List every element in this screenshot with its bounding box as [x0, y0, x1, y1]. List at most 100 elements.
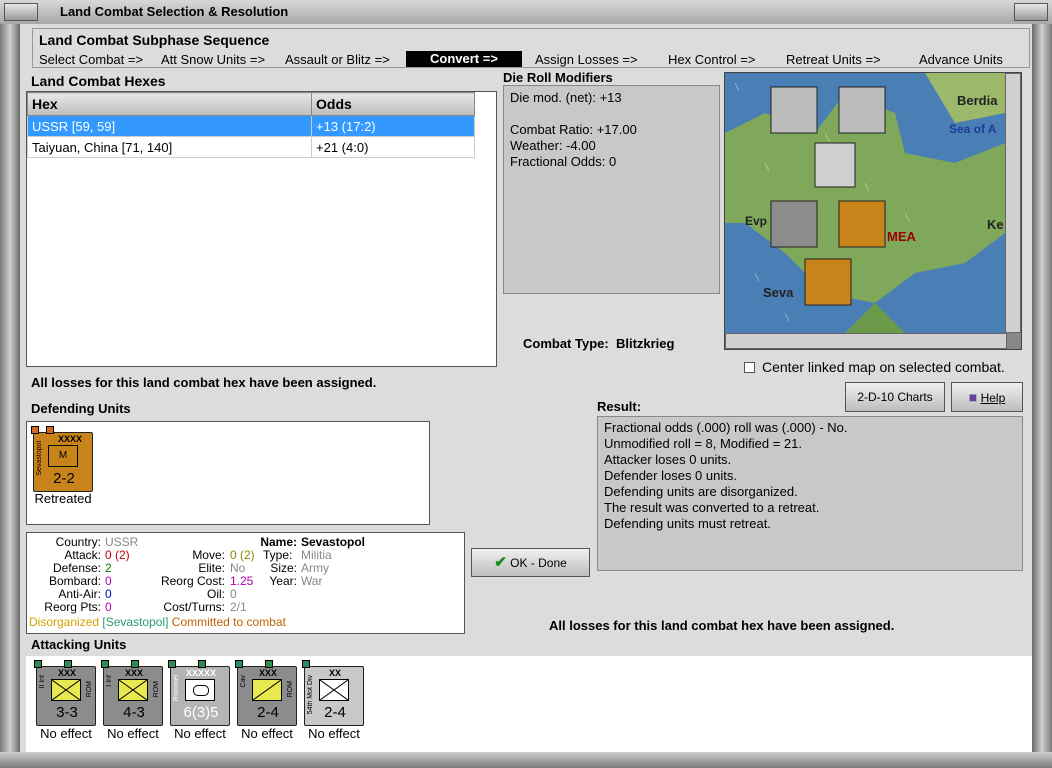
unit-status-line: Disorganized [Sevastopol] Committed to c…: [29, 615, 286, 629]
step-assign-losses: Assign Losses =>: [535, 52, 638, 67]
step-att-snow: Att Snow Units =>: [161, 52, 266, 67]
armor-symbol-icon: [185, 679, 215, 701]
window-menu-button[interactable]: [4, 3, 38, 21]
result-line: Defending units must retreat.: [604, 516, 771, 531]
attacking-unit-counter[interactable]: XX 54th Mot Div 2-4: [302, 660, 364, 726]
step-assault-blitz: Assault or Blitz =>: [285, 52, 390, 67]
map-label-berdia: Berdia: [957, 93, 998, 108]
bombard-value: 0: [105, 574, 112, 588]
infantry-symbol-icon: [118, 679, 148, 701]
odds-cell[interactable]: +21 (4:0): [311, 136, 475, 158]
elite-label: Elite:: [198, 561, 225, 575]
title-bar: Land Combat Selection & Resolution: [0, 0, 1052, 25]
reorg-cost-label: Reorg Cost:: [160, 574, 225, 588]
unit-status-dot: [31, 426, 39, 434]
attacking-units-panel: XXX II Inf ROM 3-3 No effect XXX I Inf R…: [26, 656, 1032, 752]
column-odds[interactable]: Odds: [311, 92, 475, 116]
result-line: Defender loses 0 units.: [604, 468, 737, 483]
charts-button[interactable]: 2-D-10 Charts: [845, 382, 945, 412]
map-horizontal-scrollbar[interactable]: [725, 333, 1007, 349]
table-row[interactable]: USSR [59, 59] +13 (17:2): [27, 115, 475, 137]
unit-status-dot: [101, 660, 109, 668]
size-label: Size:: [270, 561, 297, 575]
attacking-unit-caption: No effect: [40, 726, 92, 741]
unit-strength: 4-3: [123, 704, 145, 721]
odds-cell[interactable]: +13 (17:2): [311, 115, 475, 137]
unit-status-dot: [235, 660, 243, 668]
unit-size: XXX: [124, 668, 143, 678]
status-committed: Committed to combat: [171, 615, 286, 629]
linked-map[interactable]: Berdia Sea of A Evp MEA Ke Seva: [724, 72, 1022, 350]
defending-unit-counter[interactable]: XXXX Sevastopol M 2-2: [31, 426, 93, 492]
center-map-label: Center linked map on selected combat.: [762, 359, 1005, 375]
move-value: 0 (2): [230, 548, 255, 562]
die-spacer: [510, 106, 713, 122]
result-line: The result was converted to a retreat.: [604, 500, 820, 515]
unit-size: XXX: [258, 668, 277, 678]
hex-cell[interactable]: Taiyuan, China [71, 140]: [27, 136, 312, 158]
subphase-sequence: Land Combat Subphase Sequence Select Com…: [32, 28, 1030, 68]
fractional-odds-line: Fractional Odds: 0: [510, 154, 617, 169]
attacking-unit-counter[interactable]: XXX I Inf ROM 4-3: [101, 660, 163, 726]
map-vertical-scrollbar[interactable]: [1005, 73, 1021, 333]
result-line: Attacker loses 0 units.: [604, 452, 732, 467]
hexes-list: Hex Odds USSR [59, 59] +13 (17:2) Taiyua…: [26, 91, 497, 367]
map-label-sea: Sea of A: [949, 122, 997, 136]
oil-label: Oil:: [207, 587, 225, 601]
checkmark-icon: ✔: [494, 554, 507, 571]
cost-turns-value: 2/1: [230, 600, 247, 614]
unit-status-dot: [168, 660, 176, 668]
unit-symbol: M: [48, 445, 78, 467]
weather-line: Weather: -4.00: [510, 138, 596, 153]
attacking-unit-counter[interactable]: XXX Cav ROM 2-4: [235, 660, 297, 726]
center-map-checkbox[interactable]: [744, 362, 755, 373]
bombard-label: Bombard:: [48, 574, 101, 588]
result-line: Defending units are disorganized.: [604, 484, 798, 499]
map-canvas: Berdia Sea of A Evp MEA Ke Seva: [725, 73, 1005, 333]
antiair-label: Anti-Air:: [58, 587, 101, 601]
result-status: All losses for this land combat hex have…: [549, 618, 895, 633]
help-book-icon: ■: [968, 389, 978, 405]
type-label: Type:: [263, 548, 293, 562]
hex-cell[interactable]: USSR [59, 59]: [27, 115, 312, 137]
move-label: Move:: [192, 548, 225, 562]
die-roll-header: Die Roll Modifiers: [503, 70, 613, 85]
size-value: Army: [301, 561, 329, 575]
unit-strength: 2-4: [257, 704, 279, 721]
unit-name-side: Cav: [240, 675, 247, 688]
close-window-button[interactable]: [1014, 3, 1048, 21]
step-retreat-units: Retreat Units =>: [786, 52, 881, 67]
status-unit-name: [Sevastopol]: [102, 615, 169, 629]
unit-status-dot: [34, 660, 42, 668]
unit-nation-side: ROM: [86, 681, 93, 698]
step-select-combat: Select Combat =>: [39, 52, 144, 67]
status-disorganized: Disorganized: [29, 615, 100, 629]
unit-size: XX: [328, 668, 341, 678]
unit-name-side: I Inf: [106, 675, 113, 687]
attacking-unit-counter[interactable]: XXXXX Rommel 6(3)5: [168, 660, 230, 726]
die-roll-panel: Die mod. (net): +13 Combat Ratio: +17.00…: [503, 85, 720, 294]
motorized-infantry-symbol-icon: [319, 679, 349, 701]
name-value: Sevastopol: [301, 535, 366, 549]
right-border: [1032, 24, 1052, 768]
ok-done-button[interactable]: ✔ OK - Done: [471, 548, 590, 577]
unit-strength: 6(3)5: [183, 704, 219, 721]
column-hex[interactable]: Hex: [27, 92, 312, 116]
window-frame: Land Combat Selection & Resolution Land …: [0, 0, 1052, 768]
unit-size: XXX: [57, 668, 76, 678]
table-row[interactable]: Taiyuan, China [71, 140] +21 (4:0): [27, 136, 475, 158]
unit-size: XXXXX: [185, 668, 216, 678]
help-button[interactable]: ■ Help: [951, 382, 1023, 412]
attacking-unit-counter[interactable]: XXX II Inf ROM 3-3: [34, 660, 96, 726]
step-advance-units: Advance Units: [919, 52, 1003, 67]
cost-turns-label: Cost/Turns:: [163, 600, 225, 614]
result-line: Unmodified roll = 8, Modified = 21.: [604, 436, 802, 451]
unit-info-panel: Country: USSR Attack: 0 (2) Defense: 2 B…: [26, 532, 465, 634]
year-label: Year:: [269, 574, 297, 588]
unit-strength: 2-4: [324, 704, 346, 721]
combat-type: Combat Type: Blitzkrieg: [523, 336, 674, 351]
bottom-border: [0, 752, 1052, 768]
result-line: Fractional odds (.000) roll was (.000) -…: [604, 420, 848, 435]
country-label: Country:: [55, 535, 101, 549]
unit-status-dot: [131, 660, 139, 668]
